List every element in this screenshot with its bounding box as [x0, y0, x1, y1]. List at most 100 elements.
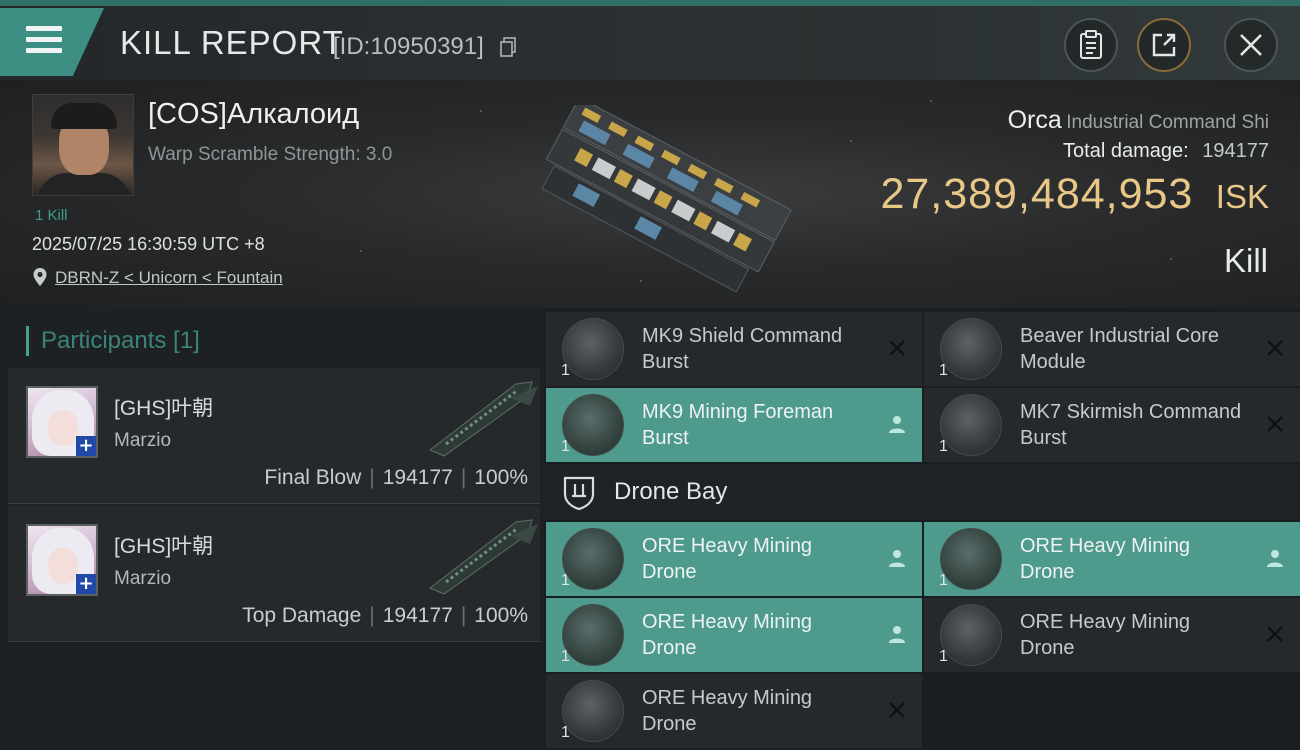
mining-drone-icon [562, 604, 624, 666]
participant-name: [GHS]叶朝 [114, 397, 214, 420]
item-quantity: 1 [939, 648, 948, 665]
participant-ship-icon [429, 381, 538, 457]
ship-type[interactable]: Orca Industrial Command Shi [1008, 106, 1269, 135]
skirmish-burst-icon [940, 394, 1002, 456]
fitting-panel: 1 MK9 Shield Command Burst 1 Beaver Indu… [544, 308, 1300, 750]
module-item[interactable]: 1 MK9 Mining Foreman Burst [546, 388, 922, 462]
participant-damage: 194177 [382, 466, 453, 489]
mining-drone-icon [940, 604, 1002, 666]
participants-panel: Participants [1] + [GHS]叶朝 Marzio Final … [0, 308, 544, 750]
header-bar: KILL REPORT [ID:10950391] [0, 0, 1300, 80]
hamburger-menu-icon[interactable] [26, 26, 62, 54]
header-accent-line [0, 0, 1300, 6]
item-quantity: 1 [561, 438, 570, 455]
item-quantity: 1 [939, 438, 948, 455]
item-quantity: 1 [939, 572, 948, 589]
add-contact-icon[interactable]: + [76, 574, 96, 594]
destroyed-icon [889, 702, 905, 718]
item-name: MK7 Skirmish Command Burst [1020, 401, 1242, 449]
participant-damage: 194177 [382, 604, 453, 627]
participant-stats: Final Blow | 194177 | 100% [264, 466, 528, 489]
drone-item[interactable]: 1 ORE Heavy Mining Drone [546, 674, 922, 748]
item-quantity: 1 [561, 648, 570, 665]
industrial-core-icon [940, 318, 1002, 380]
share-button[interactable] [1137, 18, 1191, 72]
participant-avatar[interactable]: + [26, 524, 98, 596]
item-quantity: 1 [561, 362, 570, 379]
item-name: ORE Heavy Mining Drone [1020, 611, 1191, 659]
drone-item[interactable]: 1 ORE Heavy Mining Drone [546, 522, 922, 596]
participant-corp: Marzio [114, 430, 172, 451]
drone-bay-header: Drone Bay [544, 464, 1300, 520]
clipboard-button[interactable] [1064, 18, 1118, 72]
destroyed-icon [889, 340, 905, 356]
dropped-person-icon [889, 626, 905, 643]
drone-item[interactable]: 1 ORE Heavy Mining Drone [924, 522, 1300, 596]
page-title: KILL REPORT [120, 24, 344, 61]
participant-avatar[interactable]: + [26, 386, 98, 458]
drone-bay-label: Drone Bay [614, 478, 728, 505]
isk-amount: 27,389,484,953 [880, 170, 1194, 218]
item-name: MK9 Shield Command Burst [642, 325, 843, 373]
item-name: ORE Heavy Mining Drone [642, 535, 813, 583]
participant-stats: Top Damage | 194177 | 100% [242, 604, 528, 627]
module-item[interactable]: 1 MK9 Shield Command Burst [546, 312, 922, 386]
isk-unit: ISK [1215, 178, 1269, 215]
drone-bay-icon [563, 476, 595, 510]
report-id: [ID:10950391] [333, 33, 484, 60]
total-damage-label: Total damage: [1063, 140, 1189, 162]
ship-name: Orca [1007, 106, 1062, 134]
item-name: MK9 Mining Foreman Burst [642, 401, 834, 449]
report-result: Kill [1223, 242, 1268, 279]
participant-corp: Marzio [114, 568, 172, 589]
ship-class: Industrial Command Shi [1066, 112, 1269, 133]
mining-drone-icon [562, 528, 624, 590]
close-button[interactable] [1224, 18, 1278, 72]
drone-item[interactable]: 1 ORE Heavy Mining Drone [546, 598, 922, 672]
mining-drone-icon [562, 680, 624, 742]
item-name: ORE Heavy Mining Drone [1020, 535, 1191, 583]
warp-scramble-strength: Warp Scramble Strength: 3.0 [148, 144, 393, 165]
clipboard-icon [1080, 30, 1102, 59]
destroyed-icon [1267, 340, 1283, 356]
total-damage-value: 194177 [1202, 140, 1269, 162]
destroyed-icon [1267, 626, 1283, 642]
shield-burst-icon [562, 318, 624, 380]
mining-drone-icon [940, 528, 1002, 590]
participant-percent: 100% [474, 604, 528, 627]
location-link[interactable]: DBRN-Z < Unicorn < Fountain [55, 268, 283, 288]
participant-percent: 100% [474, 466, 528, 489]
total-damage: Total damage: 194177 [1063, 140, 1269, 163]
module-item[interactable]: 1 MK7 Skirmish Command Burst [924, 388, 1300, 462]
participant-name: [GHS]叶朝 [114, 535, 214, 558]
item-name: Beaver Industrial Core Module [1020, 325, 1219, 373]
victim-portrait[interactable] [32, 94, 134, 196]
kill-timestamp: 2025/07/25 16:30:59 UTC +8 [32, 234, 265, 254]
participant-row[interactable]: + [GHS]叶朝 Marzio Top Damage | 194177 | 100% [8, 506, 540, 642]
isk-value: 27,389,484,953 ISK [880, 170, 1269, 219]
participant-row[interactable]: + [GHS]叶朝 Marzio Final Blow | 194177 | 100% [8, 368, 540, 504]
share-icon [1152, 33, 1176, 57]
kill-count: 1 Kill [35, 207, 68, 224]
item-quantity: 1 [939, 362, 948, 379]
victim-name[interactable]: [COS]Алкалоид [148, 98, 359, 131]
dropped-person-icon [1267, 550, 1283, 567]
participant-ship-icon [429, 519, 538, 595]
copy-id-icon[interactable] [500, 37, 516, 57]
dropped-person-icon [889, 416, 905, 433]
item-quantity: 1 [561, 724, 570, 741]
close-icon [1240, 34, 1262, 56]
add-contact-icon[interactable]: + [76, 436, 96, 456]
dropped-person-icon [889, 550, 905, 567]
location-pin-icon [33, 268, 47, 286]
module-item[interactable]: 1 Beaver Industrial Core Module [924, 312, 1300, 386]
destroyed-icon [1267, 416, 1283, 432]
mining-burst-icon [562, 394, 624, 456]
item-quantity: 1 [561, 572, 570, 589]
participants-header[interactable]: Participants [1] [26, 326, 200, 356]
item-name: ORE Heavy Mining Drone [642, 611, 813, 659]
item-name: ORE Heavy Mining Drone [642, 687, 813, 735]
participant-role: Final Blow [264, 466, 362, 489]
participant-role: Top Damage [242, 604, 362, 627]
drone-item[interactable]: 1 ORE Heavy Mining Drone [924, 598, 1300, 672]
